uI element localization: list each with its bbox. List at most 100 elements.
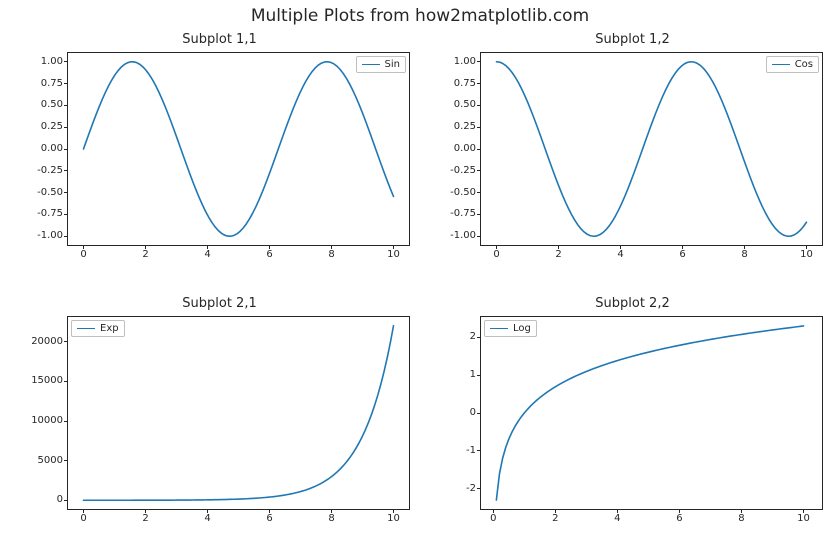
x-tick-label: 0 xyxy=(80,514,86,524)
line-plot xyxy=(68,53,409,245)
x-tick-label: 4 xyxy=(614,514,620,524)
legend-line-icon xyxy=(772,64,790,65)
x-tick-label: 2 xyxy=(142,250,148,260)
y-tick-label: 0.75 xyxy=(41,79,63,89)
legend: Exp xyxy=(71,320,125,337)
y-tick-label: 0.00 xyxy=(454,144,476,154)
y-tick-label: 0.50 xyxy=(454,100,476,110)
x-tick-mark xyxy=(145,245,146,249)
x-tick-label: 10 xyxy=(800,250,813,260)
figure-suptitle: Multiple Plots from how2matplotlib.com xyxy=(0,6,840,26)
y-tick-mark xyxy=(477,149,481,150)
axes-frame: Log -2-10120246810 xyxy=(480,316,823,510)
x-tick-mark xyxy=(331,509,332,513)
y-tick-mark xyxy=(64,127,68,128)
legend-label: Sin xyxy=(385,59,400,70)
legend: Sin xyxy=(356,56,406,73)
y-tick-label: -0.25 xyxy=(37,166,63,176)
y-tick-label: -1.00 xyxy=(37,231,63,241)
x-tick-mark xyxy=(617,509,618,513)
x-tick-mark xyxy=(269,245,270,249)
y-tick-mark xyxy=(477,375,481,376)
y-tick-label: 0 xyxy=(470,408,476,418)
x-tick-label: 8 xyxy=(328,250,334,260)
axes-title: Subplot 1,2 xyxy=(436,32,829,47)
axes-frame: Exp 050001000015000200000246810 xyxy=(67,316,410,510)
y-tick-mark xyxy=(64,61,68,62)
legend: Cos xyxy=(766,56,819,73)
x-tick-mark xyxy=(393,509,394,513)
y-tick-mark xyxy=(64,105,68,106)
x-tick-label: 0 xyxy=(493,250,499,260)
y-tick-mark xyxy=(64,170,68,171)
legend: Log xyxy=(484,320,537,337)
y-tick-mark xyxy=(477,236,481,237)
y-tick-mark xyxy=(477,450,481,451)
y-tick-label: -0.50 xyxy=(450,188,476,198)
x-tick-label: 0 xyxy=(490,514,496,524)
y-tick-mark xyxy=(477,83,481,84)
x-tick-mark xyxy=(393,245,394,249)
x-tick-label: 2 xyxy=(552,514,558,524)
subplot-1-1: Subplot 1,1 Sin -1.00-0.75-0.50-0.250.00… xyxy=(23,52,416,270)
y-tick-mark xyxy=(64,500,68,501)
x-tick-mark xyxy=(620,245,621,249)
y-tick-label: 20000 xyxy=(31,337,63,347)
x-tick-label: 10 xyxy=(387,250,400,260)
y-tick-label: 0.00 xyxy=(41,144,63,154)
y-tick-mark xyxy=(64,421,68,422)
x-tick-label: 8 xyxy=(741,250,747,260)
y-tick-mark xyxy=(477,413,481,414)
x-tick-mark xyxy=(558,245,559,249)
x-tick-label: 4 xyxy=(617,250,623,260)
y-tick-label: -0.75 xyxy=(37,209,63,219)
line-plot xyxy=(481,317,822,509)
x-tick-label: 6 xyxy=(676,514,682,524)
y-tick-label: 0.75 xyxy=(454,79,476,89)
x-tick-mark xyxy=(83,509,84,513)
y-tick-mark xyxy=(477,61,481,62)
y-tick-mark xyxy=(64,214,68,215)
y-tick-mark xyxy=(64,192,68,193)
x-tick-label: 4 xyxy=(204,514,210,524)
axes-title: Subplot 1,1 xyxy=(23,32,416,47)
legend-line-icon xyxy=(77,328,95,329)
x-tick-mark xyxy=(803,509,804,513)
x-tick-mark xyxy=(83,245,84,249)
x-tick-mark xyxy=(682,245,683,249)
x-tick-label: 8 xyxy=(328,514,334,524)
line-plot xyxy=(68,317,409,509)
y-tick-mark xyxy=(64,460,68,461)
x-tick-mark xyxy=(269,509,270,513)
matplotlib-figure: Multiple Plots from how2matplotlib.com S… xyxy=(0,0,840,560)
y-tick-mark xyxy=(64,381,68,382)
x-tick-label: 2 xyxy=(142,514,148,524)
subplot-2-2: Subplot 2,2 Log -2-10120246810 xyxy=(436,316,829,534)
y-tick-label: 0 xyxy=(57,495,63,505)
y-tick-label: -1 xyxy=(466,446,476,456)
legend-line-icon xyxy=(490,328,508,329)
y-tick-mark xyxy=(64,341,68,342)
line-plot xyxy=(481,53,822,245)
axes-title: Subplot 2,1 xyxy=(23,296,416,311)
y-tick-label: 1.00 xyxy=(41,57,63,67)
y-tick-label: 1 xyxy=(470,370,476,380)
legend-label: Cos xyxy=(795,59,813,70)
y-tick-label: -1.00 xyxy=(450,231,476,241)
y-tick-label: 1.00 xyxy=(454,57,476,67)
x-tick-mark xyxy=(145,509,146,513)
y-tick-mark xyxy=(477,488,481,489)
axes-title: Subplot 2,2 xyxy=(436,296,829,311)
y-tick-mark xyxy=(64,83,68,84)
x-tick-label: 4 xyxy=(204,250,210,260)
y-tick-label: 0.50 xyxy=(41,100,63,110)
x-tick-label: 0 xyxy=(80,250,86,260)
axes-frame: Sin -1.00-0.75-0.50-0.250.000.250.500.75… xyxy=(67,52,410,246)
legend-line-icon xyxy=(362,64,380,65)
x-tick-mark xyxy=(331,245,332,249)
x-tick-mark xyxy=(207,245,208,249)
x-tick-mark xyxy=(207,509,208,513)
y-tick-mark xyxy=(64,149,68,150)
y-tick-label: 0.25 xyxy=(454,122,476,132)
subplot-2-1: Subplot 2,1 Exp 050001000015000200000246… xyxy=(23,316,416,534)
